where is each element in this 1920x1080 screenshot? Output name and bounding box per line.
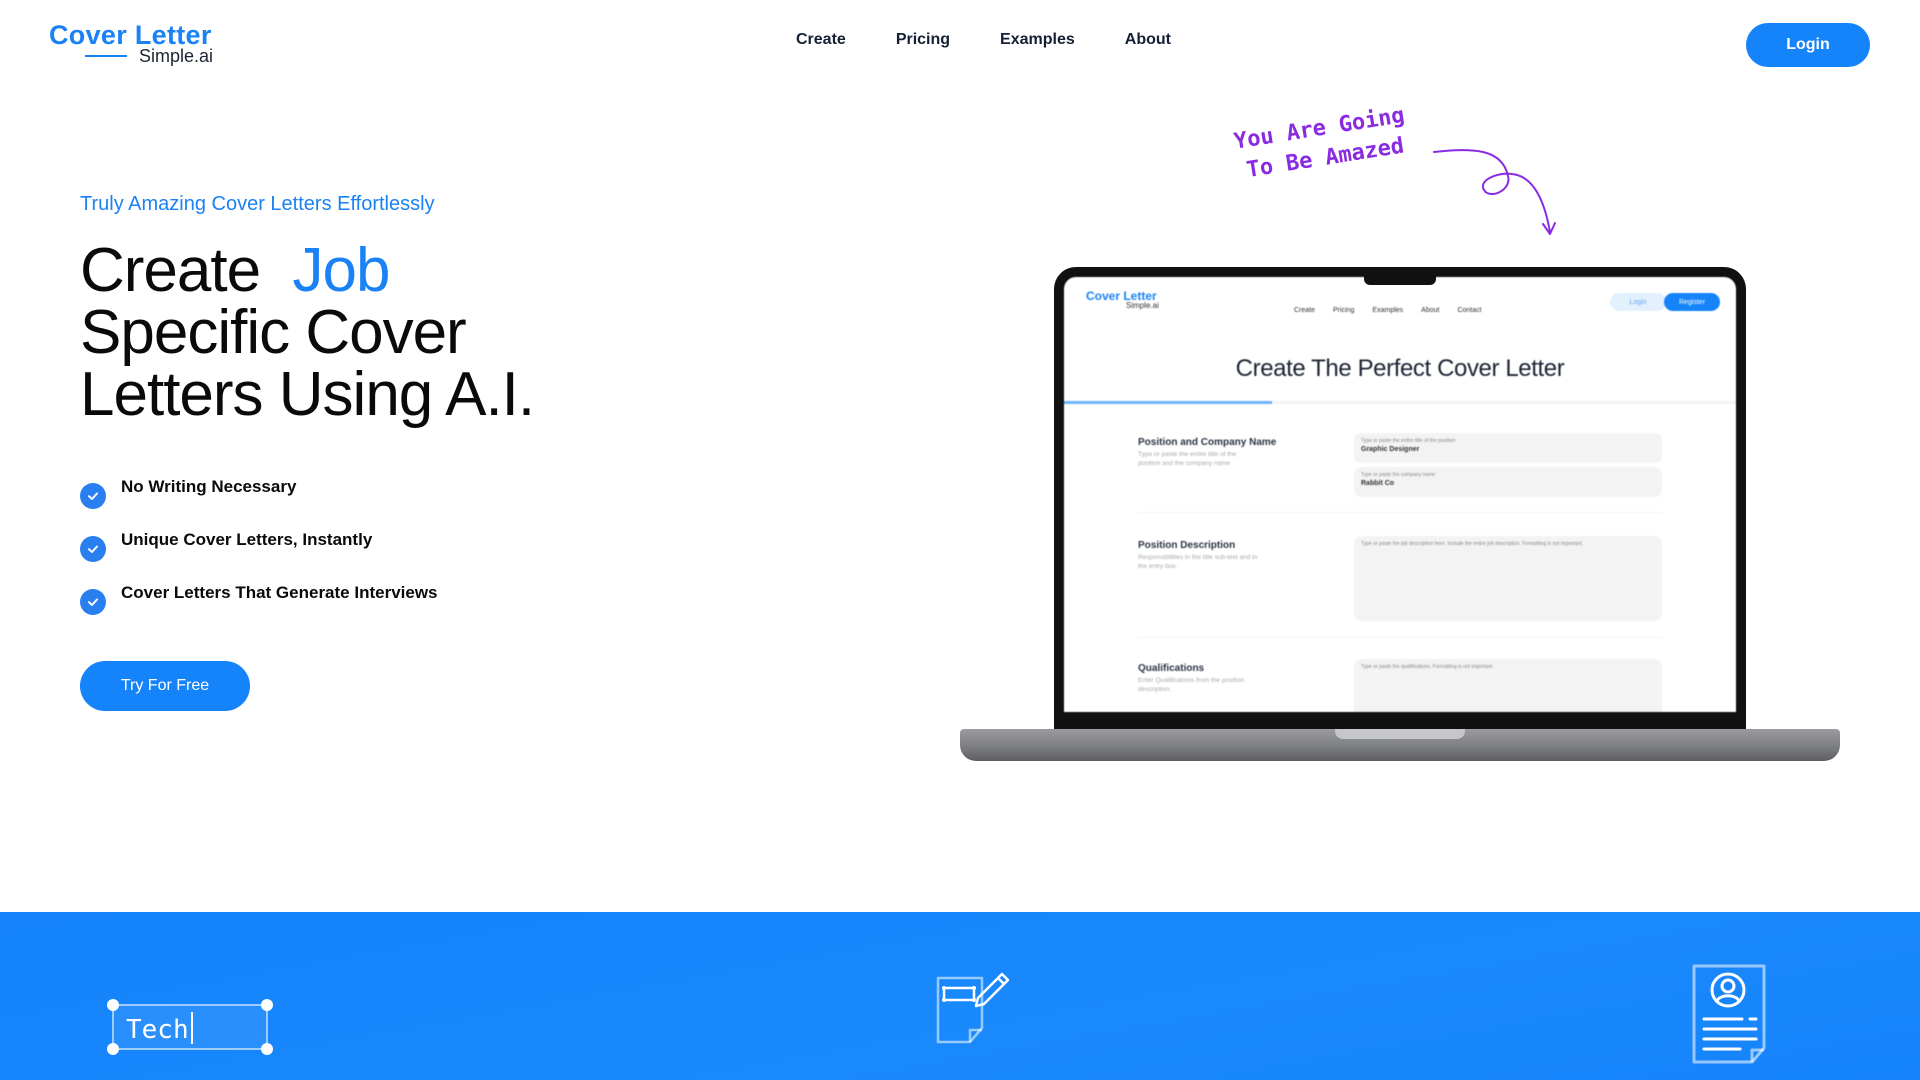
mockup-divider <box>1138 512 1662 513</box>
laptop-bezel: Cover Letter Simple.ai Create Pricing Ex… <box>1054 267 1746 732</box>
mockup-field-placeholder: Type or paste the entire title of the po… <box>1361 438 1456 444</box>
mockup-field-placeholder: Type or paste the company name <box>1361 472 1436 478</box>
mockup-logo-subtitle: Simple.ai <box>1126 301 1159 310</box>
mockup-section-sub: Responsibilities in the title sub-text a… <box>1138 554 1258 570</box>
mockup-field: Type or paste the company name Rabbit Co <box>1354 467 1662 497</box>
mockup-login-button: Login <box>1610 293 1666 311</box>
feature-label: Cover Letters That Generate Interviews <box>121 583 438 602</box>
document-edit-icon <box>936 972 1010 1044</box>
laptop-mockup: Cover Letter Simple.ai Create Pricing Ex… <box>960 267 1840 767</box>
mockup-title: Create The Perfect Cover Letter <box>1235 355 1565 382</box>
logo-subtitle: Simple.ai <box>139 46 214 66</box>
text-box-icon: Tech <box>107 999 273 1055</box>
mockup-field-placeholder: Type or paste the job description here. … <box>1361 541 1584 547</box>
mockup-nav-item: Contact <box>1457 307 1482 314</box>
mockup-section-sub: Type or paste the entire title of the po… <box>1138 451 1237 467</box>
main-nav: Create Pricing Examples About <box>796 31 1221 49</box>
hero-title-line-1: Create Job <box>80 240 534 302</box>
mockup-logo: Cover Letter Simple.ai <box>1086 289 1159 310</box>
mockup-progress-fill <box>1064 401 1273 404</box>
mockup-section: Qualifications Enter Qualifications from… <box>1138 659 1662 712</box>
hero-title-word: Create <box>80 236 261 305</box>
feature-item: No Writing Necessary <box>80 477 438 530</box>
resize-handle <box>261 1043 273 1055</box>
mockup-section-sub: Enter Qualifications from the position d… <box>1138 677 1245 693</box>
resize-handle <box>261 999 273 1011</box>
feature-list: No Writing Necessary Unique Cover Letter… <box>80 477 438 636</box>
hero-title: Create Job Specific Cover Letters Using … <box>80 240 535 429</box>
nav-pricing[interactable]: Pricing <box>896 31 950 49</box>
mockup-nav-item: Create <box>1294 307 1316 314</box>
mockup-register-button: Register <box>1664 293 1720 311</box>
mockup-nav: Create Pricing Examples About Contact <box>1294 307 1482 314</box>
feature-label: No Writing Necessary <box>121 477 297 496</box>
mockup-nav-item: Examples <box>1372 307 1404 314</box>
laptop-lip <box>1335 729 1465 739</box>
check-circle-icon <box>80 536 106 562</box>
mockup-section: Position and Company Name Type or paste … <box>1138 433 1662 497</box>
mockup-section: Position Description Responsibilities in… <box>1138 536 1662 621</box>
laptop-screen: Cover Letter Simple.ai Create Pricing Ex… <box>1064 277 1736 712</box>
mockup-field: Type or paste the qualifications. Format… <box>1354 659 1662 712</box>
curly-arrow-icon <box>1433 149 1556 235</box>
text-box-word: Tech <box>126 1015 189 1045</box>
feature-label: Unique Cover Letters, Instantly <box>121 530 373 549</box>
nav-examples[interactable]: Examples <box>1000 31 1075 49</box>
text-caret <box>190 1012 193 1044</box>
mockup-field-placeholder: Type or paste the qualifications. Format… <box>1361 664 1494 670</box>
mockup-field: Type or paste the entire title of the po… <box>1354 433 1662 463</box>
resize-handle <box>107 999 119 1011</box>
check-circle-icon <box>80 483 106 509</box>
logo[interactable]: Cover Letter Simple.ai <box>49 20 229 70</box>
check-circle-icon <box>80 589 106 615</box>
mockup-field-value: Graphic Designer <box>1361 446 1420 453</box>
feature-item: Cover Letters That Generate Interviews <box>80 583 438 636</box>
handwritten-annotation: You Are Going To Be Amazed <box>1232 103 1652 258</box>
laptop-notch <box>1364 267 1436 285</box>
nav-create[interactable]: Create <box>796 31 846 49</box>
resize-handle <box>107 1043 119 1055</box>
hero-eyebrow: Truly Amazing Cover Letters Effortlessly <box>80 193 435 215</box>
logo-underline <box>85 55 127 57</box>
mockup-progress-bar <box>1064 401 1736 404</box>
mockup-nav-item: Pricing <box>1333 307 1355 314</box>
mockup-divider <box>1138 637 1662 638</box>
text-box-content: Tech <box>126 1012 193 1045</box>
hero-title-accent: Job <box>292 236 391 305</box>
mockup-field-value: Rabbit Co <box>1361 480 1395 487</box>
hero-title-line-2: Specific Cover <box>80 298 467 367</box>
hero-title-line-3: Letters Using A.I. <box>80 360 535 429</box>
feature-item: Unique Cover Letters, Instantly <box>80 530 438 583</box>
laptop-base <box>960 729 1840 761</box>
nav-about[interactable]: About <box>1125 31 1171 49</box>
resume-icon <box>1692 964 1766 1064</box>
mockup-field: Type or paste the job description here. … <box>1354 536 1662 621</box>
login-button[interactable]: Login <box>1746 23 1870 67</box>
mockup-nav-item: About <box>1421 307 1440 314</box>
annotation-text: You Are Going To Be Amazed <box>1232 101 1411 187</box>
try-for-free-button[interactable]: Try For Free <box>80 661 250 711</box>
